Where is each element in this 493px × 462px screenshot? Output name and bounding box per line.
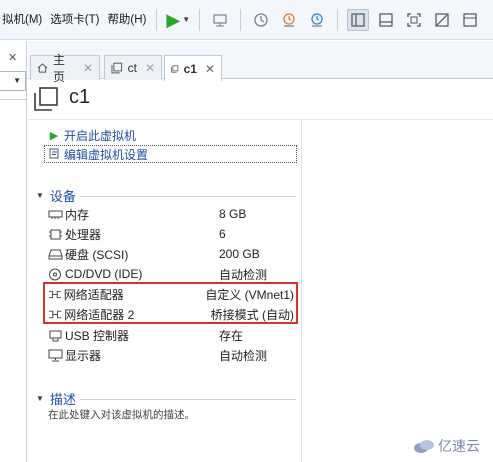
menu-tabs[interactable]: 选项卡(T) — [46, 0, 103, 40]
edit-settings-icon — [49, 148, 59, 159]
send-keys-button[interactable] — [209, 9, 231, 31]
fullscreen-icon — [407, 12, 421, 27]
close-icon[interactable]: ✕ — [8, 51, 17, 64]
close-icon[interactable]: ✕ — [197, 62, 215, 76]
library-pane: ✕ ▼ — [0, 41, 27, 462]
tab-home[interactable]: 主页 ✕ — [30, 53, 100, 84]
pane-divider — [301, 120, 302, 462]
edit-settings-link[interactable]: 编辑虚拟机设置 — [44, 145, 297, 163]
unity-icon — [435, 12, 449, 27]
device-value: 存在 — [219, 328, 244, 343]
device-name: USB 控制器 — [65, 328, 130, 343]
revert-snapshot-icon — [283, 12, 295, 27]
vm-icon — [111, 62, 123, 74]
fullscreen-button[interactable] — [403, 9, 425, 31]
tab-label: ct — [127, 61, 137, 75]
highlight-box — [43, 282, 298, 324]
library-view-icon — [351, 12, 365, 27]
tab-label: 主页 — [52, 53, 65, 84]
close-icon[interactable]: ✕ — [137, 61, 155, 75]
device-name: 硬盘 (SCSI) — [65, 247, 129, 262]
play-icon: ▶ — [49, 130, 59, 142]
close-icon[interactable]: ✕ — [75, 61, 93, 75]
toolbar: ▶ ▼ — [163, 0, 484, 40]
devices-section-header[interactable]: ▼ 设备 — [36, 186, 76, 205]
device-name: 显示器 — [65, 348, 102, 363]
thumbnail-icon — [463, 12, 477, 27]
power-on-label: 开启此虚拟机 — [64, 129, 137, 143]
device-value: 自动检测 — [219, 267, 268, 282]
device-name: 内存 — [65, 207, 90, 222]
menubar: 拟机(M) 选项卡(T) 帮助(H) ▶ ▼ — [0, 0, 493, 40]
toolbar-separator — [156, 8, 158, 31]
divider — [0, 99, 26, 100]
toolbar-separator — [337, 8, 339, 31]
device-row-harddisk[interactable]: 硬盘 (SCSI) 200 GB — [48, 244, 294, 264]
tab-label: c1 — [183, 61, 197, 76]
snapshot-manager-button[interactable] — [306, 9, 328, 31]
usb-icon — [49, 330, 62, 341]
device-value: 6 — [219, 227, 226, 241]
play-icon: ▶ — [166, 9, 181, 30]
device-name: 处理器 — [65, 227, 102, 242]
memory-icon — [48, 210, 63, 219]
device-row-usb[interactable]: USB 控制器 存在 — [48, 325, 294, 345]
divider — [28, 119, 493, 120]
tab-ct[interactable]: ct ✕ — [104, 55, 162, 80]
play-button[interactable]: ▶ ▼ — [166, 9, 190, 31]
snapshot-button[interactable] — [250, 9, 272, 31]
device-value: 200 GB — [219, 247, 260, 261]
collapse-icon: ▼ — [36, 191, 44, 200]
divider — [80, 399, 296, 400]
device-row-display[interactable]: 显示器 自动检测 — [48, 345, 294, 365]
toolbar-separator — [240, 8, 242, 31]
chevron-down-icon: ▼ — [13, 76, 21, 85]
toolbar-separator — [199, 8, 201, 31]
thumbnail-button[interactable] — [459, 9, 481, 31]
tab-bar: 主页 ✕ ct ✕ c1 ✕ — [28, 41, 493, 84]
library-view-button[interactable] — [347, 8, 370, 31]
device-value: 8 GB — [219, 207, 247, 221]
dropdown-icon[interactable]: ▼ — [182, 15, 190, 24]
display-icon — [48, 349, 63, 361]
vm-icon — [34, 87, 58, 111]
harddisk-icon — [48, 249, 63, 259]
console-view-button[interactable] — [375, 9, 397, 31]
description-section-title: 描述 — [49, 392, 76, 407]
devices-section-title: 设备 — [49, 189, 76, 204]
edit-settings-label: 编辑虚拟机设置 — [64, 147, 149, 162]
description-placeholder[interactable]: 在此处键入对该虚拟机的描述。 — [48, 407, 195, 422]
snapshot-manager-icon — [311, 12, 323, 27]
library-search-combo[interactable]: ▼ — [0, 71, 26, 91]
device-name: CD/DVD (IDE) — [65, 267, 143, 281]
cpu-icon — [49, 229, 62, 239]
watermark-text: 亿速云 — [438, 438, 480, 454]
collapse-icon: ▼ — [36, 394, 44, 403]
menu-help[interactable]: 帮助(H) — [103, 0, 150, 40]
unity-button[interactable] — [431, 9, 453, 31]
revert-snapshot-button[interactable] — [278, 9, 300, 31]
tab-c1[interactable]: c1 ✕ — [164, 55, 222, 81]
divider — [80, 196, 296, 197]
menu-vm[interactable]: 拟机(M) — [0, 0, 46, 40]
vm-title: c1 — [69, 86, 91, 108]
device-row-cd-dvd[interactable]: CD/DVD (IDE) 自动检测 — [48, 264, 294, 284]
home-icon — [37, 63, 48, 73]
vm-icon — [171, 65, 179, 72]
device-row-cpu[interactable]: 处理器 6 — [48, 224, 294, 244]
power-on-link[interactable]: ▶ 开启此虚拟机 — [48, 127, 136, 144]
device-value: 自动检测 — [219, 348, 268, 363]
cd-icon — [49, 268, 61, 280]
snapshot-icon — [254, 12, 268, 27]
watermark-logo-icon — [414, 440, 434, 453]
send-keys-icon — [213, 13, 227, 26]
console-view-icon — [379, 12, 393, 27]
watermark: 亿速云 — [413, 436, 480, 456]
description-section-header[interactable]: ▼ 描述 — [36, 389, 76, 408]
device-row-memory[interactable]: 内存 8 GB — [48, 204, 294, 224]
